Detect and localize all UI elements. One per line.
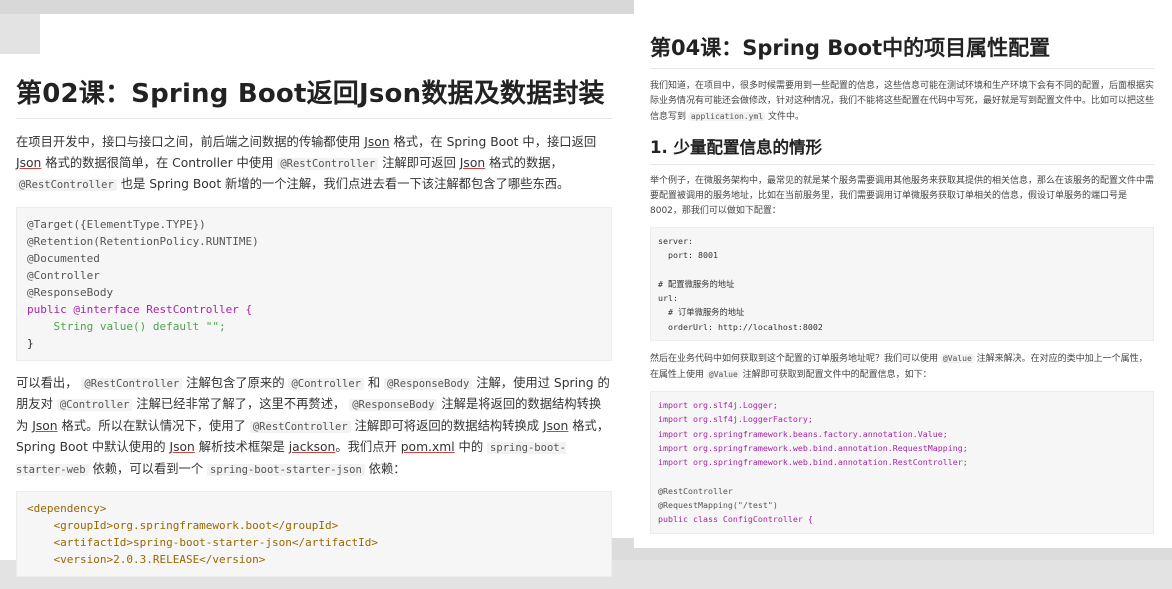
code-line: @Controller xyxy=(27,268,100,282)
code-line: String value() default ""; xyxy=(27,319,226,333)
code-line: @RequestMapping("/test") xyxy=(658,500,778,511)
code-line: <groupId>org.springframework.boot</group… xyxy=(27,519,339,532)
inline-code: @Value xyxy=(940,354,974,364)
code-line: @Documented xyxy=(27,251,100,265)
inline-code: @RestController xyxy=(81,377,183,390)
page-background-top xyxy=(0,0,640,14)
code-block-dependency: <dependency> <groupId>org.springframewor… xyxy=(16,491,612,577)
inline-code: @Value xyxy=(706,370,740,380)
title-divider xyxy=(16,118,612,119)
title-divider xyxy=(650,68,1154,69)
code-line: import org.springframework.web.bind.anno… xyxy=(658,442,968,453)
heading-divider xyxy=(650,164,1154,165)
right-article: 第04课：Spring Boot中的项目属性配置 我们知道，在项目中，很多时候需… xyxy=(650,34,1154,544)
left-article: 第02课：Spring Boot返回Json数据及数据封装 在项目开发中，接口与… xyxy=(16,77,612,589)
code-block-annotation: @Target({ElementType.TYPE}) @Retention(Re… xyxy=(16,206,612,361)
page-title: 第04课：Spring Boot中的项目属性配置 xyxy=(650,36,1051,60)
inline-code: @Controller xyxy=(288,377,364,390)
inline-code: @RestController xyxy=(16,179,117,191)
pom-xml-link[interactable]: pom.xml xyxy=(401,440,455,454)
code-block-java: import org.slf4j.Logger; import org.slf4j… xyxy=(650,391,1154,534)
inline-code: @ResponseBody xyxy=(384,377,473,390)
code-line: ​ xyxy=(658,470,1146,484)
code-line: ​ xyxy=(658,263,1146,277)
code-line: <dependency> xyxy=(27,502,107,515)
json-link[interactable]: Json xyxy=(543,419,568,433)
code-block-yaml: server: port: 8001 ​# 配置微服务的地址 url: # 订单微服… xyxy=(650,227,1154,342)
inline-code: @RestController xyxy=(249,420,351,433)
page-title: 第02课：Spring Boot返回Json数据及数据封装 xyxy=(16,79,605,109)
intro-paragraph: 我们知道，在项目中，很多时候需要用到一些配置的信息，这些信息可能在测试环境和生产… xyxy=(650,81,1155,122)
code-line: @Retention(RetentionPolicy.RUNTIME) xyxy=(27,234,259,248)
code-line: # 订单微服务的地址 xyxy=(658,307,745,318)
json-link[interactable]: Json xyxy=(32,419,57,433)
explanation-paragraph: 可以看出， @RestController 注解包含了原来的 @Controll… xyxy=(16,375,610,476)
inline-code: @ResponseBody xyxy=(349,399,438,411)
code-line: } xyxy=(27,336,34,350)
inline-code: application.yml xyxy=(688,112,766,121)
value-paragraph: 然后在业务代码中如何获取到这个配置的订单服务地址呢？我们可以使用 @Value … xyxy=(650,354,1148,381)
example-paragraph: 举个例子，在微服务架构中，最常见的就是某个服务需要调用其他服务来获取其提供的相关… xyxy=(650,176,1155,216)
code-line: public class ConfigController { xyxy=(658,514,813,525)
code-line: import org.slf4j.Logger; xyxy=(658,400,778,411)
inline-code: @RestController xyxy=(277,157,379,170)
json-link[interactable]: Json xyxy=(364,135,389,149)
json-link[interactable]: Json xyxy=(170,440,195,454)
json-link[interactable]: Json xyxy=(16,156,41,170)
json-link[interactable]: Json xyxy=(460,156,485,170)
code-line: port: 8001 xyxy=(658,250,718,261)
code-line: public @interface RestController { xyxy=(27,302,253,316)
code-line: @ResponseBody xyxy=(27,285,114,299)
code-line: import org.springframework.beans.factory… xyxy=(658,428,948,439)
code-line: <artifactId>spring-boot-starter-json</ar… xyxy=(27,536,378,549)
code-line: url: xyxy=(658,293,678,304)
intro-paragraph: 在项目开发中，接口与接口之间，前后端之间数据的传输都使用 Json 格式，在 S… xyxy=(16,135,597,191)
code-line: import org.slf4j.LoggerFactory; xyxy=(658,414,813,425)
code-line: server: xyxy=(658,236,693,246)
code-line: import org.springframework.web.bind.anno… xyxy=(658,457,968,468)
code-line: orderUrl: http://localhost:8002 xyxy=(658,321,823,332)
page-background-bottom xyxy=(634,548,1172,560)
code-line: # 配置微服务的地址 xyxy=(658,278,735,289)
left-document-page: 第02课：Spring Boot返回Json数据及数据封装 在项目开发中，接口与… xyxy=(0,0,640,577)
code-line: @RestController xyxy=(658,485,733,496)
right-document-page: 第04课：Spring Boot中的项目属性配置 我们知道，在项目中，很多时候需… xyxy=(634,0,1172,560)
jackson-link[interactable]: jackson xyxy=(289,440,336,454)
inline-code: spring-boot-starter-json xyxy=(207,463,365,476)
section-heading: 1. 少量配置信息的情形 xyxy=(650,138,822,157)
inline-code: @Controller xyxy=(56,399,133,411)
code-line: @Target({ElementType.TYPE}) xyxy=(27,217,206,231)
